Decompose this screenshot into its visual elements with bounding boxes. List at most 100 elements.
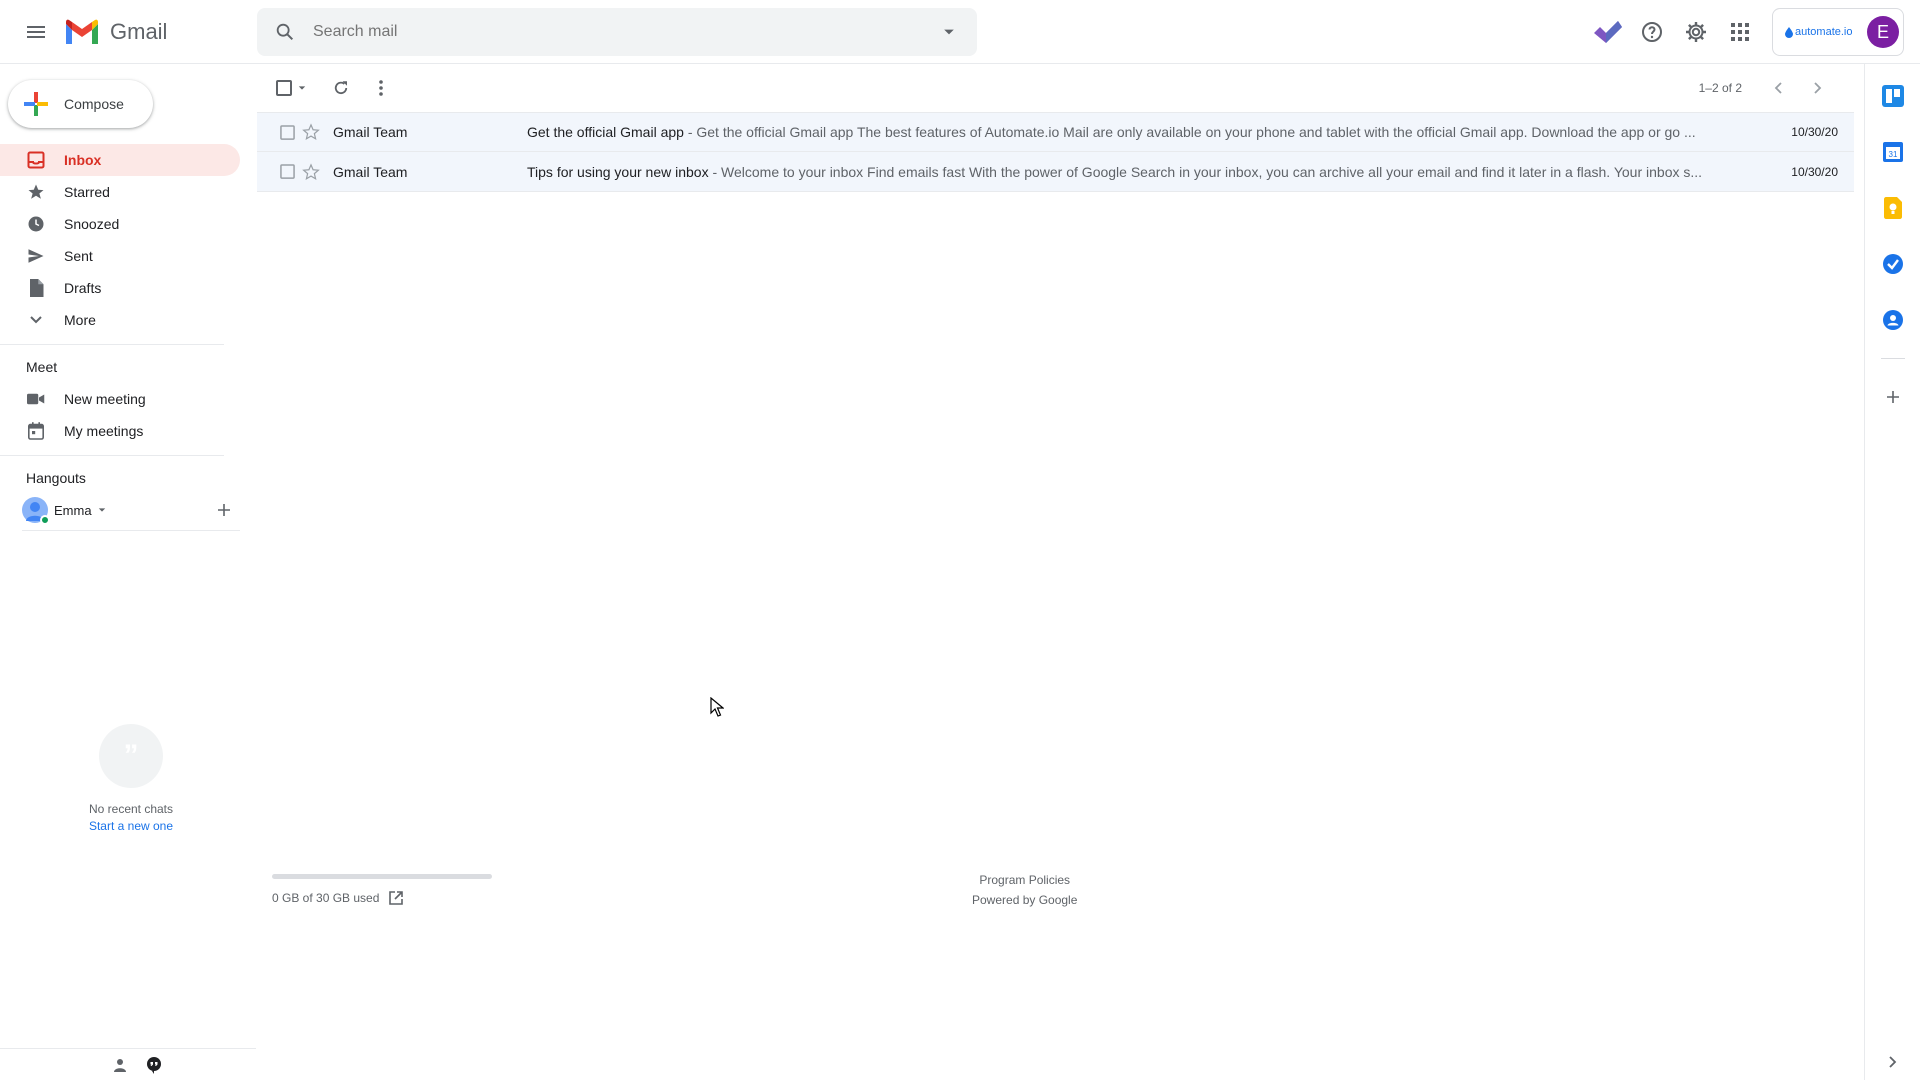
open-in-new-icon[interactable]	[389, 891, 404, 905]
hangouts-user[interactable]: Emma	[0, 494, 240, 526]
email-content: Get the official Gmail app - Get the off…	[527, 124, 1758, 140]
account-avatar[interactable]: E	[1867, 16, 1899, 48]
compose-button[interactable]: Compose	[8, 80, 153, 128]
search-icon	[276, 23, 294, 41]
hangouts-avatar	[22, 497, 50, 525]
sidebar-item-label: New meeting	[64, 391, 146, 407]
dropdown-caret-icon	[944, 29, 954, 35]
star-outline-icon	[302, 162, 320, 180]
sidebar-item-inbox[interactable]: Inbox	[0, 144, 240, 176]
apps-grid-icon	[1731, 23, 1749, 41]
contacts-app-icon	[1883, 310, 1903, 330]
sidebar-item-starred[interactable]: Starred	[0, 176, 240, 208]
mail-nav: Inbox Starred Snoozed Sent Drafts More M…	[0, 144, 240, 531]
extension-button[interactable]	[1588, 12, 1628, 52]
sidebar-item-label: My meetings	[64, 423, 144, 439]
get-addons-button[interactable]	[1865, 369, 1920, 425]
main-content: 1–2 of 2 Gmail Team Get the official Gma…	[257, 64, 1854, 1080]
plus-icon	[24, 92, 48, 116]
row-star-button[interactable]	[295, 123, 327, 141]
sidebar-item-my-meetings[interactable]: My meetings	[0, 415, 240, 447]
no-chats-text: No recent chats	[88, 802, 174, 816]
side-panel-calendar[interactable]: 31	[1865, 124, 1920, 180]
sidebar: Compose Inbox Starred Snoozed Sent Draft…	[0, 64, 256, 1080]
divider	[0, 344, 224, 345]
top-bar: Gmail automate.io	[0, 0, 1920, 64]
board-app-icon	[1882, 85, 1904, 107]
checkbox-icon	[280, 124, 295, 140]
calendar-icon	[28, 422, 44, 440]
email-date: 10/30/20	[1791, 164, 1838, 179]
online-status-dot	[40, 515, 50, 525]
program-policies-link[interactable]: Program Policies	[972, 870, 1077, 890]
row-checkbox[interactable]	[257, 164, 295, 179]
inbox-icon	[27, 151, 45, 169]
sidebar-item-snoozed[interactable]: Snoozed	[0, 208, 240, 240]
clock-icon	[28, 216, 44, 232]
sidebar-item-new-meeting[interactable]: New meeting	[0, 383, 240, 415]
dropdown-caret-icon[interactable]	[98, 506, 106, 514]
email-list: Gmail Team Get the official Gmail app - …	[257, 112, 1854, 192]
email-row[interactable]: Gmail Team Get the official Gmail app - …	[257, 112, 1854, 152]
video-icon	[27, 393, 45, 405]
email-snippet: - Welcome to your inbox Find emails fast…	[708, 163, 1703, 180]
search-bar[interactable]	[257, 8, 977, 56]
divider	[22, 530, 240, 531]
checkmark-extension-icon	[1594, 21, 1622, 43]
sidebar-item-label: Starred	[64, 184, 110, 200]
main-menu-button[interactable]	[16, 12, 56, 52]
mouse-cursor-icon	[710, 697, 724, 717]
email-subject: Tips for using your new inbox	[527, 163, 709, 180]
quote-bubble-icon: ”	[99, 724, 163, 788]
apps-button[interactable]	[1720, 12, 1760, 52]
hangouts-chat-icon[interactable]	[145, 1056, 163, 1074]
start-new-chat-link[interactable]: Start a new one	[0, 819, 262, 833]
row-checkbox[interactable]	[257, 124, 295, 140]
divider	[0, 455, 224, 456]
older-button[interactable]	[1798, 68, 1838, 108]
email-date: 10/30/20	[1791, 125, 1838, 139]
calendar-app-icon: 31	[1883, 142, 1903, 162]
sidebar-item-drafts[interactable]: Drafts	[0, 272, 240, 304]
chevron-right-icon	[1889, 1056, 1897, 1068]
checkbox-icon	[280, 164, 295, 179]
search-button[interactable]	[257, 21, 313, 43]
person-icon[interactable]	[113, 1058, 127, 1072]
side-panel-trello[interactable]	[1865, 68, 1920, 124]
newer-button[interactable]	[1758, 68, 1798, 108]
row-star-button[interactable]	[295, 162, 327, 181]
more-vert-icon	[379, 80, 383, 96]
sidebar-bottom-tabs	[0, 1048, 256, 1080]
mail-toolbar: 1–2 of 2	[257, 64, 1854, 112]
sidebar-item-label: More	[64, 312, 96, 328]
side-panel-keep[interactable]	[1865, 180, 1920, 236]
hangouts-title: Hangouts	[26, 470, 86, 486]
account-switcher[interactable]: automate.io E	[1772, 8, 1904, 56]
sidebar-item-label: Snoozed	[64, 216, 120, 232]
account-brand-text: automate.io	[1795, 26, 1853, 38]
add-icon[interactable]	[217, 503, 231, 517]
star-icon	[28, 184, 44, 199]
side-panel-contacts[interactable]	[1865, 292, 1920, 348]
email-row[interactable]: Gmail Team Tips for using your new inbox…	[257, 152, 1854, 192]
gmail-m-icon	[66, 19, 98, 44]
search-input[interactable]	[313, 23, 921, 41]
side-panel-tasks[interactable]	[1865, 236, 1920, 292]
more-options-button[interactable]	[363, 70, 399, 106]
sidebar-item-label: Sent	[64, 248, 93, 264]
gmail-logo[interactable]: Gmail	[64, 16, 167, 48]
sidebar-item-sent[interactable]: Sent	[0, 240, 240, 272]
support-button[interactable]	[1632, 12, 1672, 52]
email-snippet: - Get the official Gmail app The best fe…	[683, 124, 1696, 140]
account-brand: automate.io	[1785, 26, 1852, 38]
show-side-panel-button[interactable]	[1865, 1056, 1920, 1068]
page-count: 1–2 of 2	[1698, 81, 1742, 95]
settings-button[interactable]	[1676, 12, 1716, 52]
storage-meter	[272, 874, 492, 879]
meet-title: Meet	[26, 359, 58, 375]
sidebar-item-more[interactable]: More	[0, 304, 240, 336]
select-all-checkbox[interactable]	[269, 70, 313, 106]
search-options-button[interactable]	[921, 26, 977, 38]
refresh-button[interactable]	[323, 70, 359, 106]
email-sender: Gmail Team	[333, 124, 408, 140]
